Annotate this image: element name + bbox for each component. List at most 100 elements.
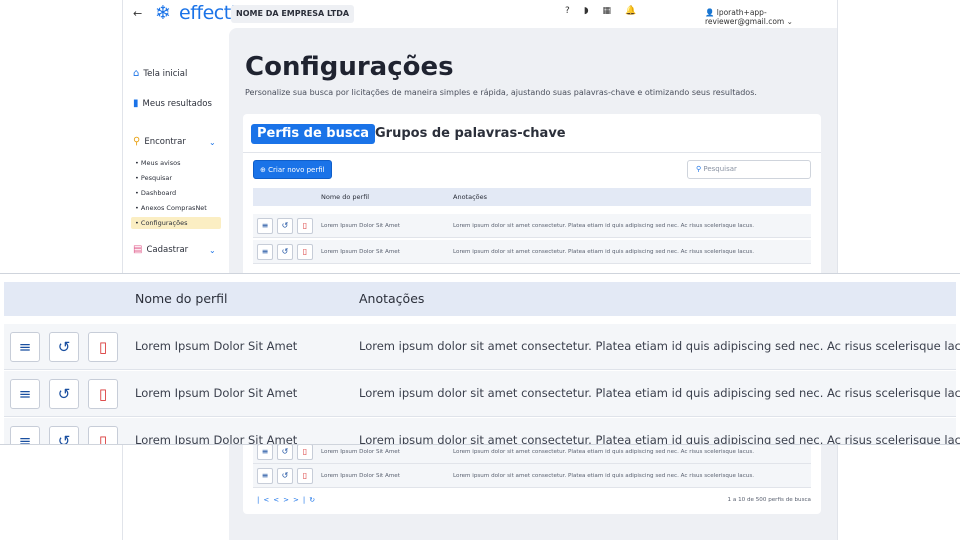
history-icon[interactable]: ↺ bbox=[49, 426, 79, 444]
pagination-info: 1 a 10 de 500 perfis de busca bbox=[727, 497, 811, 503]
profile-name: Lorem Ipsum Dolor Sit Amet bbox=[321, 223, 400, 229]
profile-notes: Lorem ipsum dolor sit amet consectetur. … bbox=[453, 249, 755, 255]
edit-icon[interactable]: ≡ bbox=[10, 426, 40, 444]
history-icon[interactable]: ↺ bbox=[49, 332, 79, 362]
sidebar-item-label: Tela inicial bbox=[143, 68, 188, 79]
tab-perfis-de-busca[interactable]: Perfis de busca bbox=[251, 124, 376, 144]
table-header: Nome do perfil Anotações bbox=[253, 188, 811, 206]
sidebar-item-label: Encontrar bbox=[144, 136, 186, 147]
pagination-controls[interactable]: |<<>>|↻ bbox=[257, 496, 319, 504]
profile-notes: Lorem ipsum dolor sit amet consectetur. … bbox=[453, 449, 755, 455]
user-menu[interactable]: 👤 lporath+app-reviewer@gmail.com ⌄ bbox=[705, 8, 837, 26]
profile-name: Lorem Ipsum Dolor Sit Amet bbox=[321, 249, 400, 255]
edit-icon[interactable]: ≡ bbox=[10, 379, 40, 409]
back-arrow-icon[interactable]: ← bbox=[133, 7, 142, 20]
profile-notes: Lorem ipsum dolor sit amet consectetur. … bbox=[359, 339, 960, 353]
trash-icon[interactable]: ▯ bbox=[88, 379, 118, 409]
chevron-down-icon: ⌄ bbox=[786, 17, 793, 26]
app-window: ← ❄ effecti NOME DA EMPRESA LTDA ? ◗ ▦ 🔔… bbox=[122, 0, 838, 540]
zoom-table-header: Nome do perfil Anotações bbox=[4, 282, 956, 316]
rss-icon[interactable]: ◗ bbox=[584, 6, 589, 16]
grid-icon[interactable]: ▦ bbox=[603, 6, 612, 16]
sidebar-item-label: Meus resultados bbox=[142, 98, 212, 109]
zoom-overlay: Nome do perfil Anotações ≡ ↺ ▯ Lorem Ips… bbox=[0, 273, 960, 445]
edit-icon[interactable]: ≡ bbox=[257, 218, 273, 234]
history-icon[interactable]: ↺ bbox=[277, 218, 293, 234]
profile-name: Lorem Ipsum Dolor Sit Amet bbox=[135, 339, 298, 353]
create-profile-label: Criar novo perfil bbox=[268, 166, 325, 174]
trash-icon[interactable]: ▯ bbox=[297, 444, 313, 460]
page-subtitle: Personalize sua busca por licitações de … bbox=[245, 88, 757, 97]
search-icon: ⚲ bbox=[133, 136, 141, 147]
table-row: ≡ ↺ ▯ Lorem Ipsum Dolor Sit Amet Lorem i… bbox=[4, 418, 960, 445]
search-icon: ⚲ bbox=[696, 165, 702, 173]
trash-icon[interactable]: ▯ bbox=[297, 218, 313, 234]
next-page-icon[interactable]: > bbox=[283, 496, 293, 504]
bell-icon[interactable]: 🔔 bbox=[625, 6, 636, 16]
table-row: ≡ ↺ ▯ Lorem Ipsum Dolor Sit Amet Lorem i… bbox=[4, 371, 960, 417]
sidebar-sub-configuracoes[interactable]: • Configurações bbox=[135, 219, 187, 227]
search-placeholder: Pesquisar bbox=[703, 165, 737, 173]
plus-circle-icon: ⊕ bbox=[260, 166, 266, 174]
tab-divider bbox=[243, 152, 821, 153]
profile-name: Lorem Ipsum Dolor Sit Amet bbox=[321, 449, 400, 455]
search-input[interactable]: ⚲ Pesquisar bbox=[687, 160, 811, 179]
col-name-header: Nome do perfil bbox=[321, 193, 370, 201]
profile-notes: Lorem ipsum dolor sit amet consectetur. … bbox=[453, 223, 755, 229]
history-icon[interactable]: ↺ bbox=[277, 444, 293, 460]
home-icon: ⌂ bbox=[133, 68, 140, 79]
sidebar-sub-pesquisar[interactable]: • Pesquisar bbox=[135, 174, 172, 182]
user-icon: 👤 bbox=[705, 8, 715, 17]
company-selector[interactable]: NOME DA EMPRESA LTDA bbox=[231, 5, 355, 23]
prev-page-icon[interactable]: < bbox=[273, 496, 283, 504]
table-row: ≡ ↺ ▯ Lorem Ipsum Dolor Sit Amet Lorem i… bbox=[253, 464, 811, 488]
help-icon[interactable]: ? bbox=[565, 6, 570, 16]
trash-icon[interactable]: ▯ bbox=[88, 332, 118, 362]
page-title: Configurações bbox=[245, 52, 454, 82]
sidebar-item-home[interactable]: ⌂ Tela inicial bbox=[133, 68, 187, 79]
col-notes-header: Anotações bbox=[453, 193, 488, 201]
first-page-icon[interactable]: |< bbox=[257, 496, 273, 504]
sidebar-sub-comprasnet[interactable]: • Anexos ComprasNet bbox=[135, 204, 207, 212]
edit-icon[interactable]: ≡ bbox=[257, 468, 273, 484]
edit-icon[interactable]: ≡ bbox=[10, 332, 40, 362]
profile-notes: Lorem ipsum dolor sit amet consectetur. … bbox=[359, 433, 960, 445]
trash-icon[interactable]: ▯ bbox=[297, 468, 313, 484]
last-page-icon[interactable]: >| bbox=[293, 496, 309, 504]
refresh-icon[interactable]: ↻ bbox=[309, 496, 319, 504]
edit-icon[interactable]: ≡ bbox=[257, 244, 273, 260]
sidebar-sub-avisos[interactable]: • Meus avisos bbox=[135, 159, 180, 167]
history-icon[interactable]: ↺ bbox=[277, 468, 293, 484]
trash-icon[interactable]: ▯ bbox=[88, 426, 118, 444]
chevron-down-icon[interactable]: ⌄ bbox=[209, 246, 216, 255]
chevron-down-icon[interactable]: ⌄ bbox=[209, 138, 216, 147]
trash-icon[interactable]: ▯ bbox=[297, 244, 313, 260]
brand-name: effecti bbox=[179, 2, 236, 24]
user-email: lporath+app-reviewer@gmail.com bbox=[705, 8, 785, 26]
create-profile-button[interactable]: ⊕ Criar novo perfil bbox=[253, 160, 332, 179]
sidebar-item-find[interactable]: ⚲ Encontrar bbox=[133, 136, 186, 147]
table-row: ≡ ↺ ▯ Lorem Ipsum Dolor Sit Amet Lorem i… bbox=[4, 324, 960, 370]
table-row: ≡ ↺ ▯ Lorem Ipsum Dolor Sit Amet Lorem i… bbox=[253, 214, 811, 238]
top-bar: ← ❄ effecti NOME DA EMPRESA LTDA ? ◗ ▦ 🔔… bbox=[123, 0, 837, 28]
sidebar-item-register[interactable]: ▤ Cadastrar bbox=[133, 244, 188, 255]
profile-name: Lorem Ipsum Dolor Sit Amet bbox=[321, 473, 400, 479]
table-row: ≡ ↺ ▯ Lorem Ipsum Dolor Sit Amet Lorem i… bbox=[253, 240, 811, 264]
profile-notes: Lorem ipsum dolor sit amet consectetur. … bbox=[453, 473, 755, 479]
bar-chart-icon: ▮ bbox=[133, 98, 139, 109]
sidebar-item-label: Cadastrar bbox=[146, 244, 189, 255]
tab-grupos-palavras-chave[interactable]: Grupos de palavras-chave bbox=[375, 124, 566, 144]
brand-logo[interactable]: ❄ effecti bbox=[155, 2, 236, 24]
profile-name: Lorem Ipsum Dolor Sit Amet bbox=[135, 386, 298, 400]
col-name-header: Nome do perfil bbox=[135, 291, 228, 306]
col-notes-header: Anotações bbox=[359, 291, 425, 306]
top-icons: ? ◗ ▦ 🔔 bbox=[565, 6, 636, 16]
profile-name: Lorem Ipsum Dolor Sit Amet bbox=[135, 433, 298, 445]
sidebar-sub-dashboard[interactable]: • Dashboard bbox=[135, 189, 176, 197]
edit-icon[interactable]: ≡ bbox=[257, 444, 273, 460]
sidebar-item-results[interactable]: ▮ Meus resultados bbox=[133, 98, 212, 109]
clipboard-icon: ▤ bbox=[133, 244, 143, 255]
snowflake-logo-icon: ❄ bbox=[155, 2, 171, 24]
history-icon[interactable]: ↺ bbox=[277, 244, 293, 260]
history-icon[interactable]: ↺ bbox=[49, 379, 79, 409]
